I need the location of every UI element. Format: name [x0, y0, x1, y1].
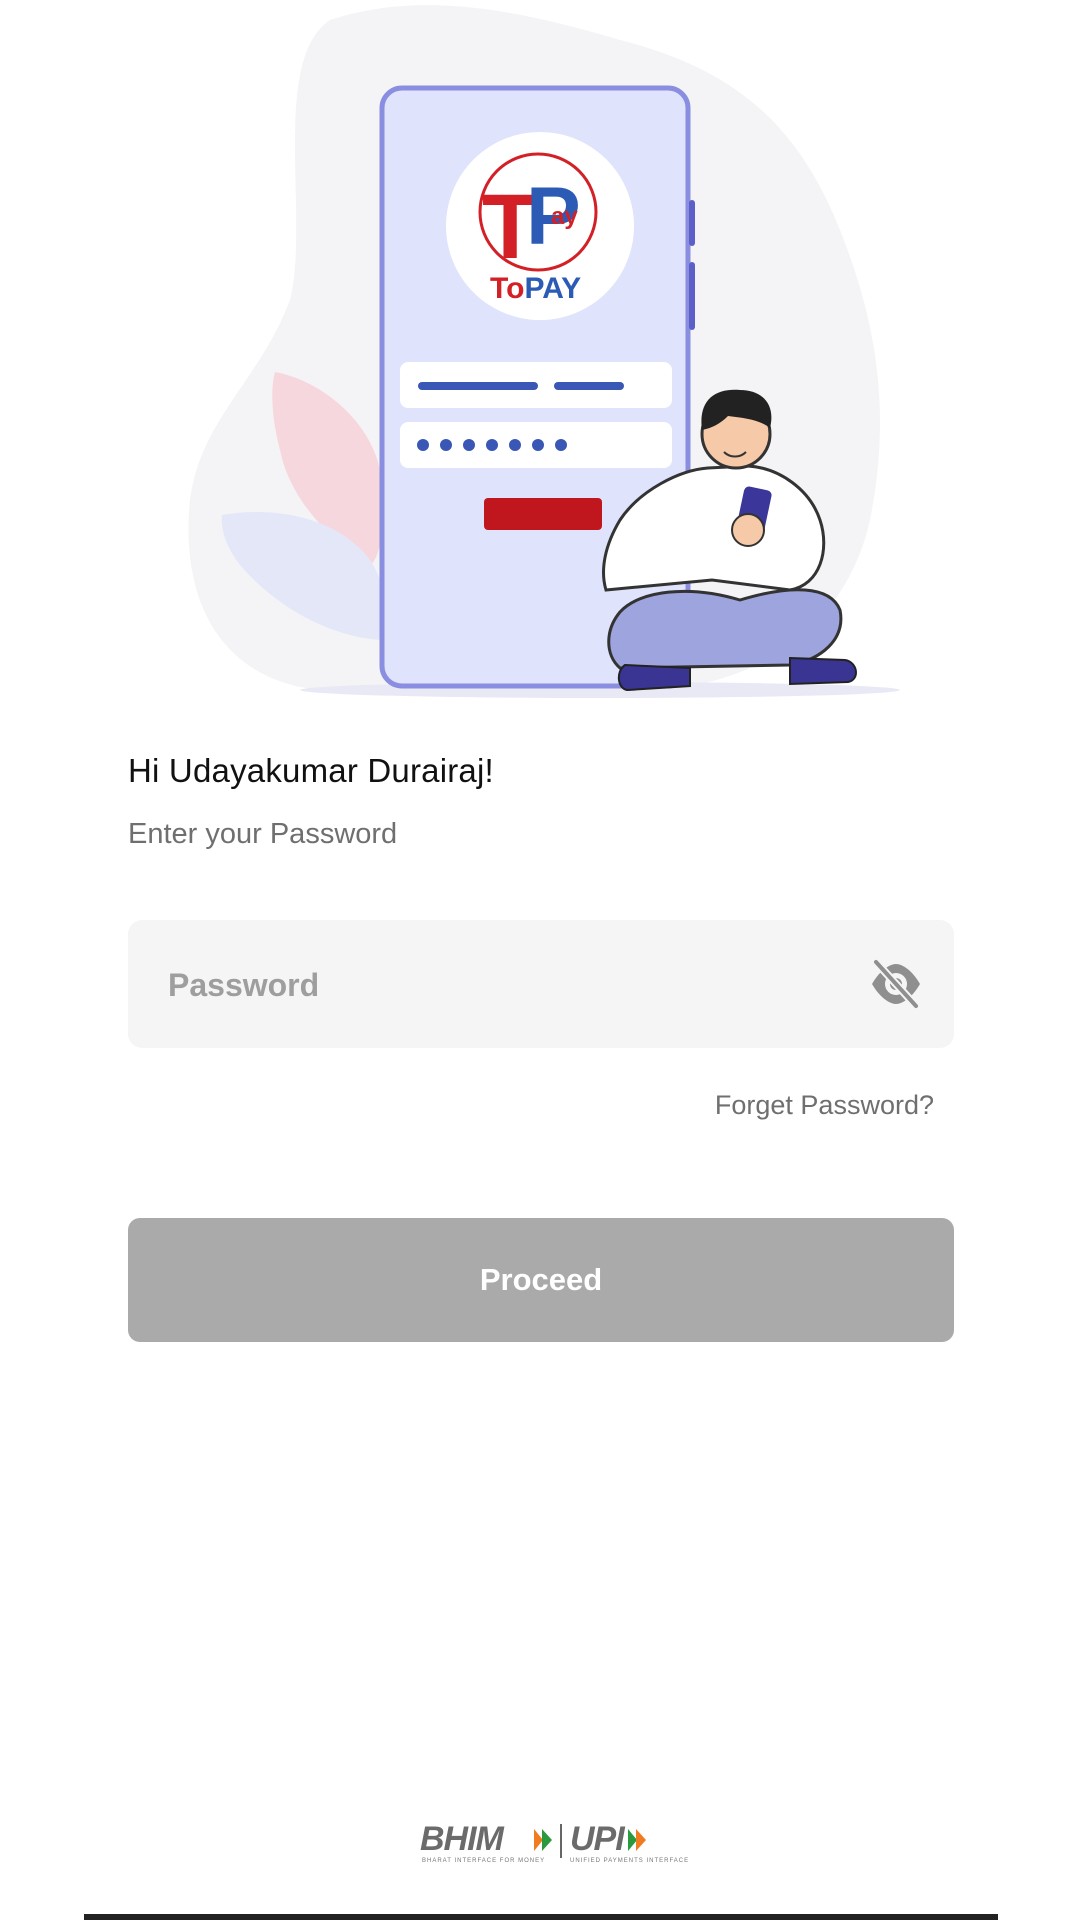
logo-topay: ToPAY — [490, 272, 581, 305]
bhim-tagline: BHARAT INTERFACE FOR MONEY — [422, 1858, 546, 1864]
greeting-title: Hi Udayakumar Durairaj! — [128, 752, 494, 789]
login-illustration: T P ay ToPAY — [0, 0, 1080, 720]
forget-password-link[interactable]: Forget Password? — [715, 1090, 934, 1121]
bhim-upi-logo: BHIM UPI BHARAT INTERFACE FOR MONEY UNIF… — [420, 1820, 688, 1866]
logo-divider — [560, 1824, 562, 1858]
system-nav-bar — [84, 1914, 998, 1920]
upi-arrow-icon — [628, 1829, 646, 1851]
bhim-arrow-icon — [534, 1829, 552, 1851]
password-input[interactable] — [166, 920, 850, 1050]
eye-off-icon[interactable] — [868, 958, 924, 1010]
password-field — [128, 920, 954, 1050]
upi-text: UPI — [570, 1820, 625, 1858]
greeting-subtitle: Enter your Password — [128, 818, 398, 850]
logo-ay: ay — [551, 203, 578, 230]
bhim-text: BHIM — [420, 1820, 504, 1858]
upi-tagline: UNIFIED PAYMENTS INTERFACE — [570, 1858, 690, 1864]
proceed-button[interactable]: Proceed — [128, 1218, 954, 1342]
